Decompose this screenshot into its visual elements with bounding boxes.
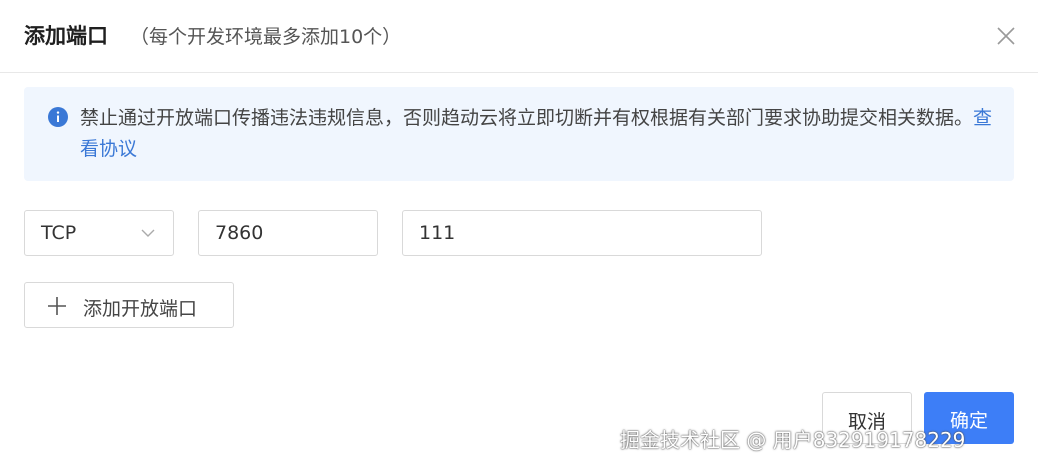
add-open-port-label: 添加开放端口: [83, 298, 198, 320]
close-icon[interactable]: [994, 24, 1018, 48]
notice-message: 禁止通过开放端口传播违法违规信息，否则趋动云将立即切断并有权根据有关部门要求协助…: [80, 107, 974, 129]
port-value: 7860: [215, 222, 264, 244]
watermark: 掘金技术社区 @ 用户832919178229: [620, 428, 966, 452]
dialog-title: 添加端口: [24, 24, 108, 48]
protocol-value: TCP: [41, 222, 77, 244]
protocol-select[interactable]: TCP: [24, 210, 174, 256]
remark-value: 111: [419, 222, 456, 244]
add-open-port-button[interactable]: 添加开放端口: [24, 282, 234, 328]
plus-icon: [48, 297, 66, 315]
info-icon: [48, 107, 68, 127]
remark-input[interactable]: 111: [402, 210, 762, 256]
dialog-header: 添加端口 （每个开发环境最多添加10个）: [0, 0, 1038, 73]
chevron-down-icon: [141, 229, 155, 237]
dialog-subtitle: （每个开发环境最多添加10个）: [130, 26, 402, 48]
notice-banner: 禁止通过开放端口传播违法违规信息，否则趋动云将立即切断并有权根据有关部门要求协助…: [24, 87, 1014, 181]
port-input[interactable]: 7860: [198, 210, 378, 256]
notice-text: 禁止通过开放端口传播违法违规信息，否则趋动云将立即切断并有权根据有关部门要求协助…: [80, 103, 1000, 165]
